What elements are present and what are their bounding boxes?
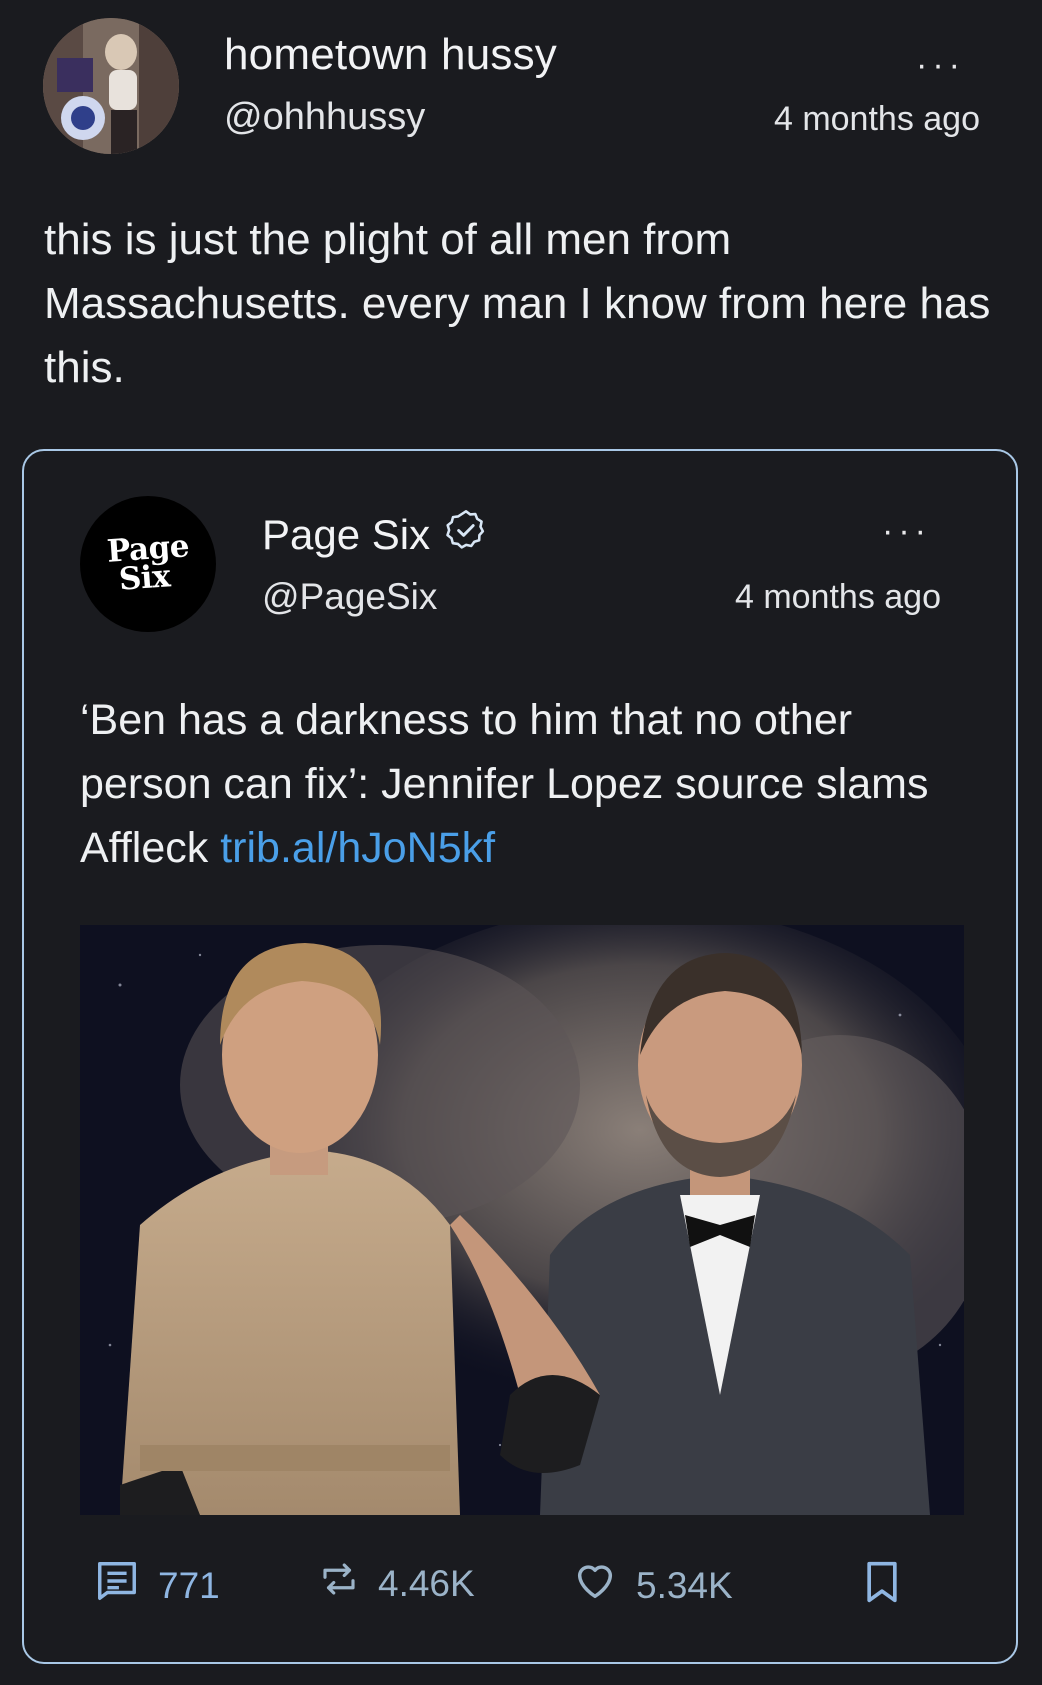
reply-button[interactable]: 771: [94, 1558, 220, 1613]
like-count: 5.34K: [636, 1564, 733, 1606]
image-illustration: [80, 925, 964, 1515]
display-name[interactable]: hometown hussy: [224, 30, 557, 80]
repost-count: 4.46K: [378, 1562, 475, 1604]
quoted-body-text: ‘Ben has a darkness to him that no other…: [80, 696, 929, 872]
quoted-body: ‘Ben has a darkness to him that no other…: [80, 688, 960, 880]
post-timestamp: 4 months ago: [773, 100, 980, 138]
quoted-user-handle[interactable]: @PageSix: [262, 576, 437, 618]
repost-icon: [318, 1558, 360, 1609]
ellipsis-icon[interactable]: ···: [916, 48, 965, 82]
quoted-timestamp: 4 months ago: [734, 578, 941, 616]
ellipsis-icon[interactable]: ···: [882, 514, 931, 548]
quoted-link[interactable]: trib.al/hJoN5kf: [220, 824, 495, 872]
post-body: this is just the plight of all men from …: [44, 215, 991, 392]
reply-count: 771: [158, 1564, 220, 1606]
pagesix-avatar[interactable]: Page Six: [80, 496, 216, 632]
repost-button[interactable]: 4.46K: [318, 1558, 475, 1609]
comment-icon: [94, 1558, 140, 1613]
bookmark-icon[interactable]: [862, 1560, 902, 1609]
avatar-logo-text: Six: [118, 558, 172, 598]
quoted-display-name[interactable]: Page Six: [262, 511, 430, 559]
heart-icon: [572, 1558, 618, 1613]
user-handle[interactable]: @ohhhussy: [224, 96, 425, 139]
verified-badge-icon: [444, 508, 488, 562]
user-avatar[interactable]: [43, 18, 179, 154]
post-image[interactable]: [80, 925, 964, 1515]
quoted-display-name-row[interactable]: Page Six: [262, 508, 488, 562]
avatar-photo: [43, 18, 179, 154]
like-button[interactable]: 5.34K: [572, 1558, 733, 1613]
